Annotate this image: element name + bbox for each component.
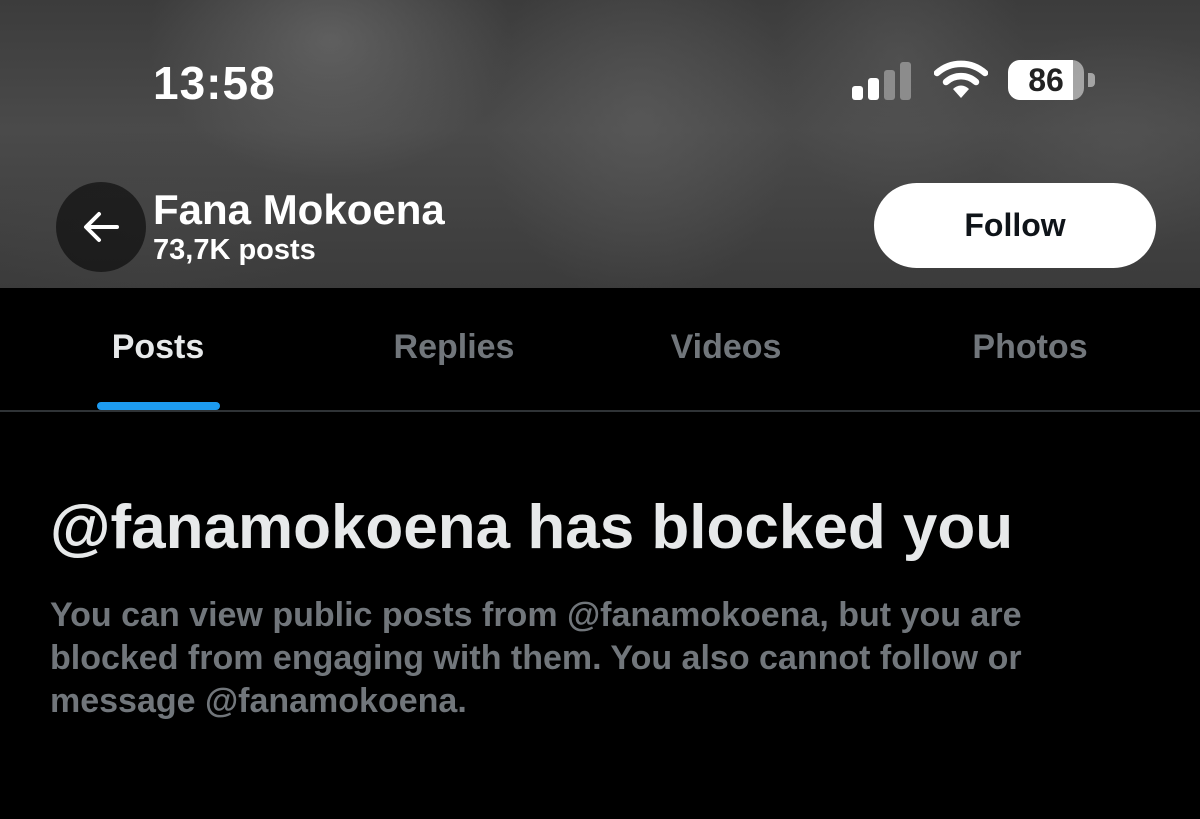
back-button[interactable] [56,182,146,272]
tab-posts[interactable]: Posts [72,288,244,410]
active-tab-indicator [97,402,220,410]
follow-button[interactable]: Follow [874,183,1156,268]
blocked-notice-description: You can view public posts from @fanamoko… [50,596,1022,720]
tab-label: Photos [972,328,1088,366]
profile-header: 13:58 86 Fana Mokoena 73,7K posts Follow [0,0,1200,288]
cellular-signal-icon [852,60,912,100]
tab-label: Posts [111,328,205,366]
tab-label: Replies [393,328,515,366]
post-count: 73,7K posts [153,234,316,266]
battery-level: 86 [1028,62,1064,98]
tab-photos[interactable]: Photos [944,288,1116,410]
profile-name: Fana Mokoena [153,186,445,233]
battery-icon: 86 [1008,60,1098,100]
arrow-left-icon [84,212,119,242]
wifi-icon [933,60,989,100]
tab-label: Videos [670,328,782,366]
tab-videos[interactable]: Videos [640,288,812,410]
tab-replies[interactable]: Replies [368,288,540,410]
blocked-notice-title: @fanamokoena has blocked you [50,493,1014,562]
status-time: 13:58 [153,57,276,109]
profile-tabs: Posts Replies Videos Photos [0,288,1200,412]
